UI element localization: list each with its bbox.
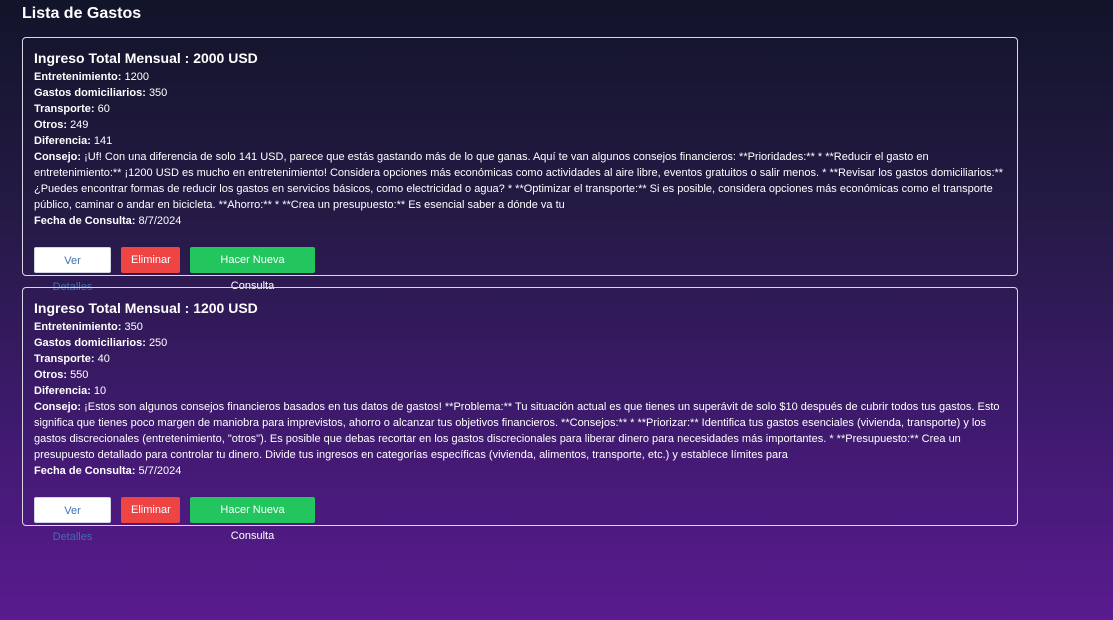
difference-label: Diferencia:	[34, 385, 91, 397]
other-label: Otros:	[34, 119, 67, 131]
entertainment-label: Entretenimiento:	[34, 321, 122, 333]
difference-label: Diferencia:	[34, 135, 91, 147]
transport-label: Transporte:	[34, 353, 95, 365]
entertainment-value: 350	[124, 321, 143, 333]
household-label: Gastos domiciliarios:	[34, 337, 146, 349]
advice-label: Consejo:	[34, 151, 82, 163]
new-query-button[interactable]: Hacer Nueva Consulta	[190, 247, 315, 292]
entertainment-row: Entretenimiento: 1200	[34, 69, 1006, 85]
date-row: Fecha de Consulta: 5/7/2024	[34, 463, 1006, 479]
difference-value: 141	[93, 135, 113, 147]
new-query-button[interactable]: Hacer Nueva Consulta	[190, 497, 315, 542]
household-row: Gastos domiciliarios: 250	[34, 335, 1006, 351]
difference-row: Diferencia: 10	[34, 383, 1006, 399]
household-row: Gastos domiciliarios: 350	[34, 85, 1006, 101]
expense-card: Ingreso Total Mensual : 2000 USD Entrete…	[22, 37, 1018, 293]
other-label: Otros:	[34, 369, 67, 381]
transport-row: Transporte: 40	[34, 351, 1006, 367]
card-title: Ingreso Total Mensual : 1200 USD	[34, 300, 258, 316]
date-value: 5/7/2024	[138, 465, 182, 477]
other-row: Otros: 249	[34, 117, 1006, 133]
page-title: Lista de Gastos	[22, 5, 142, 22]
entertainment-value: 1200	[124, 71, 149, 83]
transport-label: Transporte:	[34, 103, 95, 115]
other-row: Otros: 550	[34, 367, 1006, 383]
other-value: 249	[70, 119, 89, 131]
card-actions: Ver Detalles Eliminar Hacer Nueva Consul…	[34, 497, 1006, 543]
view-details-button[interactable]: Ver Detalles	[34, 247, 111, 293]
entertainment-label: Entretenimiento:	[34, 71, 122, 83]
delete-button[interactable]: Eliminar	[121, 247, 180, 273]
view-details-button[interactable]: Ver Detalles	[34, 497, 111, 543]
other-value: 550	[70, 369, 89, 381]
difference-row: Diferencia: 141	[34, 133, 1006, 149]
transport-value: 60	[97, 103, 110, 115]
date-label: Fecha de Consulta:	[34, 465, 136, 477]
advice-text: ¡Uf! Con una diferencia de solo 141 USD,…	[34, 151, 1004, 211]
advice-row: Consejo: ¡Uf! Con una diferencia de solo…	[34, 149, 1006, 213]
advice-row: Consejo: ¡Estos son algunos consejos fin…	[34, 399, 1006, 463]
household-label: Gastos domiciliarios:	[34, 87, 146, 99]
date-value: 8/7/2024	[138, 215, 182, 227]
date-label: Fecha de Consulta:	[34, 215, 136, 227]
advice-text: ¡Estos son algunos consejos financieros …	[34, 401, 1000, 461]
card-title: Ingreso Total Mensual : 2000 USD	[34, 50, 258, 66]
transport-value: 40	[97, 353, 110, 365]
expense-card: Ingreso Total Mensual : 1200 USD Entrete…	[22, 287, 1018, 543]
delete-button[interactable]: Eliminar	[121, 497, 180, 523]
entertainment-row: Entretenimiento: 350	[34, 319, 1006, 335]
date-row: Fecha de Consulta: 8/7/2024	[34, 213, 1006, 229]
difference-value: 10	[93, 385, 107, 397]
transport-row: Transporte: 60	[34, 101, 1006, 117]
advice-label: Consejo:	[34, 401, 82, 413]
card-actions: Ver Detalles Eliminar Hacer Nueva Consul…	[34, 247, 1006, 293]
household-value: 250	[148, 337, 168, 349]
household-value: 350	[148, 87, 168, 99]
